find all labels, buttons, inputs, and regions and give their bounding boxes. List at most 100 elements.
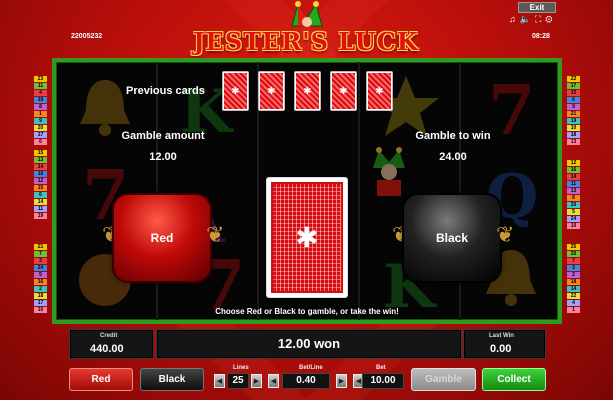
line-number-badge: 4: [34, 90, 47, 96]
bet-line-value: 0.40: [282, 373, 330, 389]
previous-card: ✱: [294, 71, 321, 111]
line-number-badge: 25: [567, 244, 580, 250]
previous-cards: ✱ ✱ ✱ ✱ ✱: [222, 71, 393, 111]
gamble-hint: Choose Red or Black to gamble, or take t…: [215, 307, 399, 316]
line-number-badge: 16: [567, 167, 580, 173]
line-number-badge: 13: [567, 139, 580, 145]
bet-line-decrease-button[interactable]: ◀: [268, 374, 279, 388]
line-number-badge: 15: [567, 90, 580, 96]
last-win-label: Last Win: [489, 333, 514, 339]
line-number-badge: 9: [567, 104, 580, 110]
card-back-pattern: ✱: [368, 73, 391, 109]
line-number-badge: 12: [34, 178, 47, 184]
speaker-icon[interactable]: 🔈: [520, 14, 535, 24]
line-number-badge: 2: [34, 286, 47, 292]
line-numbers-right-top: 22 17 15 6 9 21 19 10 18 13: [567, 76, 580, 145]
line-number-badge: 3: [567, 265, 580, 271]
gamble-black-label: Black: [435, 231, 469, 245]
line-number-badge: 5: [567, 209, 580, 215]
ornament-icon: ❦: [496, 222, 515, 247]
red-button[interactable]: Red: [69, 368, 133, 391]
line-number-badge: 4: [567, 300, 580, 306]
gamble-amount-label: Gamble amount: [121, 130, 205, 142]
line-number-badge: 13: [567, 188, 580, 194]
gamble-button[interactable]: Gamble: [411, 368, 476, 391]
line-number-badge: 6: [34, 192, 47, 198]
exit-button[interactable]: Exit: [518, 2, 556, 13]
line-number-badge: 21: [567, 111, 580, 117]
line-number-badge: 8: [567, 195, 580, 201]
line-number-badge: 15: [34, 150, 47, 156]
gamble-card-back: ✱: [266, 177, 348, 298]
credit-value: 440.00: [90, 343, 124, 355]
line-number-badge: 19: [567, 118, 580, 124]
lines-label: Lines: [233, 365, 249, 371]
line-number-badge: 15: [34, 185, 47, 191]
line-number-badge: 10: [34, 307, 47, 313]
fullscreen-icon[interactable]: ⛶: [535, 14, 545, 24]
card-back-pattern: ✱: [296, 73, 319, 109]
lines-decrease-button[interactable]: ◀: [214, 374, 225, 388]
line-number-badge: 22: [567, 293, 580, 299]
line-number-badge: 1: [34, 111, 47, 117]
gamble-red-label: Red: [150, 231, 174, 245]
line-number-badge: 17: [34, 300, 47, 306]
top-icon-bar: ♫🔈⛶⚙: [509, 14, 557, 25]
gamble-black-button[interactable]: Black: [404, 195, 500, 281]
logo-text: JESTER'S LUCK: [193, 27, 419, 56]
line-number-badge: 10: [567, 125, 580, 131]
line-number-badge: 11: [34, 83, 47, 89]
music-icon[interactable]: ♫: [509, 14, 520, 24]
card-back-pattern: ✱: [332, 73, 355, 109]
line-number-badge: 24: [34, 265, 47, 271]
line-number-badge: 19: [34, 97, 47, 103]
gamble-amount-value: 12.00: [149, 151, 177, 163]
line-numbers-right-mid: 12 16 14 11 13 8 20 5 24 10: [567, 160, 580, 229]
black-button[interactable]: Black: [140, 368, 204, 391]
line-number-badge: 14: [34, 199, 47, 205]
line-number-badge: 12: [567, 160, 580, 166]
line-number-badge: 11: [34, 206, 47, 212]
line-number-badge: 13: [34, 157, 47, 163]
line-number-badge: 20: [567, 251, 580, 257]
previous-card: ✱: [366, 71, 393, 111]
line-numbers-right-bot: 25 20 7 3 2 18 14 22 4 1: [567, 244, 580, 313]
card-back-pattern: ✱: [271, 182, 343, 293]
line-numbers-left-top: 23 11 4 19 8 1 9 20 17 6: [34, 76, 47, 145]
lines-increase-button[interactable]: ▶: [251, 374, 262, 388]
bet-line-increase-button[interactable]: ▶: [336, 374, 347, 388]
line-number-badge: 7: [34, 251, 47, 257]
previous-card: ✱: [222, 71, 249, 111]
line-number-badge: 3: [34, 258, 47, 264]
line-number-badge: 17: [567, 83, 580, 89]
line-number-badge: 18: [567, 132, 580, 138]
line-number-badge: 19: [34, 213, 47, 219]
bet-value: 10.00: [362, 373, 404, 389]
line-number-badge: 20: [34, 125, 47, 131]
line-number-badge: 2: [567, 272, 580, 278]
game-logo: JESTER'S LUCK: [190, 27, 422, 59]
previous-cards-label: Previous cards: [126, 85, 205, 97]
bet-label: Bet: [376, 365, 386, 371]
won-text: 12.00 won: [277, 336, 341, 351]
line-number-badge: 23: [34, 76, 47, 82]
line-number-badge: 18: [34, 293, 47, 299]
gamble-red-button[interactable]: Red: [114, 195, 210, 281]
gamble-to-win-label: Gamble to win: [415, 130, 491, 142]
line-number-badge: 14: [34, 164, 47, 170]
line-number-badge: 6: [567, 97, 580, 103]
settings-icon[interactable]: ⚙: [545, 14, 556, 24]
game-id: 22005232: [71, 33, 103, 40]
gamble-to-win-value: 24.00: [439, 151, 467, 163]
line-number-badge: 9: [34, 118, 47, 124]
line-number-badge: 17: [34, 132, 47, 138]
credit-label: Credit: [100, 333, 118, 339]
collect-button[interactable]: Collect: [482, 368, 546, 391]
line-number-badge: 16: [34, 279, 47, 285]
reel-separator: [459, 62, 461, 320]
ornament-icon: ❦: [206, 222, 225, 247]
line-number-badge: 10: [567, 223, 580, 229]
bet-line-label: Bet/Line: [299, 365, 323, 371]
line-number-badge: 8: [34, 104, 47, 110]
lines-value: 25: [227, 373, 249, 389]
